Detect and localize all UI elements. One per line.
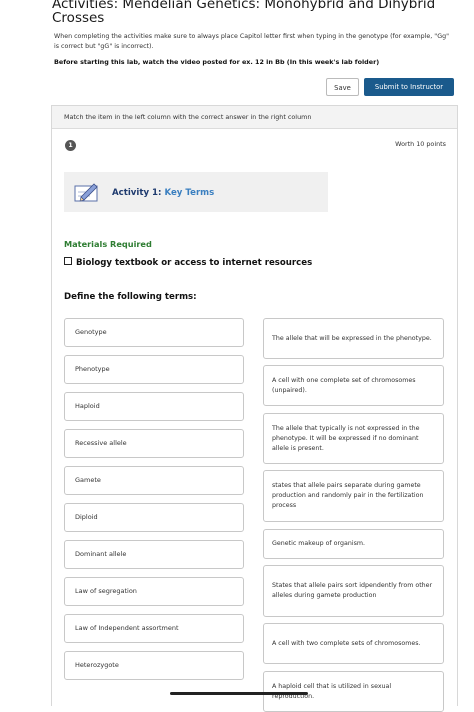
panel-header: Match the item in the left column with t… — [52, 106, 457, 129]
submit-button[interactable]: Submit to Instructor — [364, 78, 454, 96]
term-item[interactable]: Law of segregation — [64, 577, 244, 606]
answer-item[interactable]: A cell with one complete set of chromoso… — [263, 365, 444, 406]
answer-item[interactable]: states that allele pairs separate during… — [263, 470, 444, 522]
intro-bold-text: Before starting this lab, watch the vide… — [54, 58, 380, 66]
term-item[interactable]: Dominant allele — [64, 540, 244, 569]
pencil-paper-icon — [74, 183, 98, 202]
activity-name: Key Terms — [164, 188, 215, 198]
question-panel: Match the item in the left column with t… — [51, 105, 458, 712]
term-item[interactable]: Diploid — [64, 503, 244, 532]
term-item[interactable]: Phenotype — [64, 355, 244, 384]
answer-item[interactable]: The allele that typically is not express… — [263, 413, 444, 464]
worth-points: Worth 10 points — [395, 140, 446, 148]
activity-box: Activity 1: Key Terms — [64, 172, 328, 212]
define-heading: Define the following terms: — [64, 292, 197, 302]
answer-item[interactable]: The allele that will be expressed in the… — [263, 318, 444, 359]
term-item[interactable]: Gamete — [64, 466, 244, 495]
question-number-badge: 1 — [65, 140, 76, 151]
activity-number: Activity 1: — [112, 188, 162, 198]
answer-item[interactable]: States that allele pairs sort idpendentl… — [263, 565, 444, 617]
answer-item[interactable]: Genetic makeup of organism. — [263, 529, 444, 559]
term-item[interactable]: Recessive allele — [64, 429, 244, 458]
answer-item[interactable]: A cell with two complete sets of chromos… — [263, 623, 444, 664]
materials-item-text: Biology textbook or access to internet r… — [76, 258, 313, 268]
term-item[interactable]: Genotype — [64, 318, 244, 347]
page-title: Activities: Mendelian Genetics: Monohybr… — [52, 0, 436, 26]
term-item[interactable]: Heterozygote — [64, 651, 244, 680]
term-item[interactable]: Law of Independent assortment — [64, 614, 244, 643]
intro-text: When completing the activities make sure… — [54, 33, 449, 50]
horizontal-scrollbar[interactable] — [170, 692, 308, 695]
term-item[interactable]: Haploid — [64, 392, 244, 421]
instruction-text: Match the item in the left column with t… — [64, 113, 312, 121]
materials-item: Biology textbook or access to internet r… — [64, 257, 312, 268]
save-button[interactable]: Save — [326, 78, 359, 96]
materials-heading: Materials Required — [64, 239, 152, 249]
activity-title: Activity 1: Key Terms — [112, 188, 214, 198]
checkbox-icon — [64, 257, 72, 265]
